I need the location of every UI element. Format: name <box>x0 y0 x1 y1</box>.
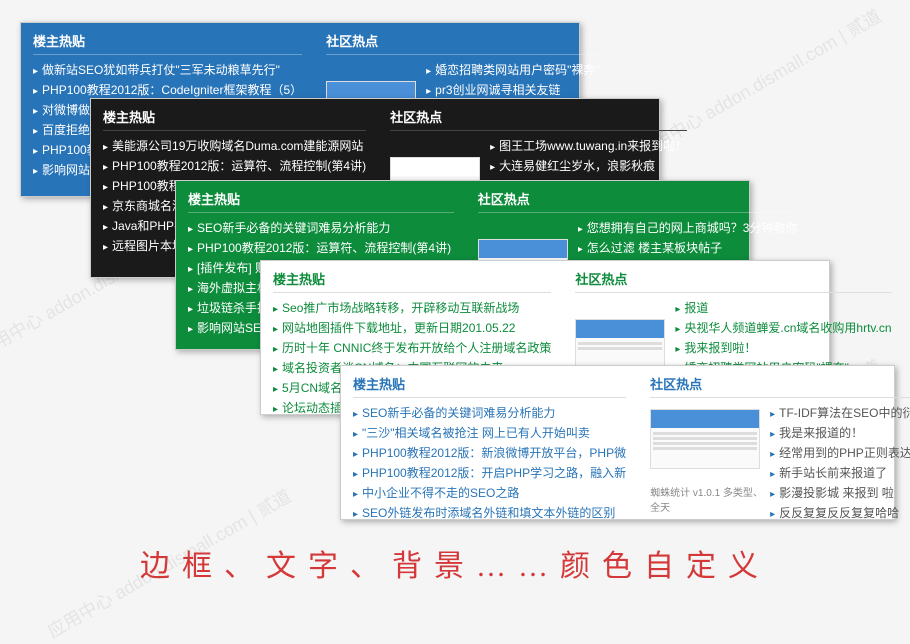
right-title: 社区热点 <box>326 31 600 55</box>
list-item[interactable]: SEO新手必备的关键词难易分析能力 <box>188 219 454 239</box>
right-title: 社区热点 <box>575 269 891 293</box>
list-item[interactable]: 我是来报道的！ <box>770 424 910 444</box>
card-white-blue: 楼主热贴 SEO新手必备的关键词难易分析能力 "三沙"相关域名被抢注 网上已有人… <box>340 365 895 520</box>
left-title: 楼主热贴 <box>103 107 366 131</box>
list-item[interactable]: PHP100教程2012版：运算符、流程控制(第4讲) <box>188 239 454 259</box>
right-title: 社区热点 <box>390 107 687 131</box>
list-item[interactable]: 影漫投影城 来报到 啦 <box>770 484 910 504</box>
right-title: 社区热点 <box>650 374 910 398</box>
list-item[interactable]: 中小企业不得不走的SEO之路 <box>353 484 626 504</box>
list-item[interactable]: 反反复复反反复复哈哈 <box>770 504 910 524</box>
list-item[interactable]: 婚恋招聘类网站用户密码"裸奔" <box>426 61 600 81</box>
list-item[interactable]: 经常用到的PHP正则表达式 <box>770 444 910 464</box>
thumb-icon <box>650 409 760 469</box>
footer-caption: 边框、文字、背景……颜色自定义 <box>0 541 910 585</box>
list-item[interactable]: 您想拥有自己的网上商城吗？3分钟教你 <box>578 219 798 239</box>
left-title: 楼主热贴 <box>33 31 302 55</box>
list-item[interactable]: 历时十年 CNNIC终于发布开放给个人注册域名政策 <box>273 339 551 359</box>
list-item[interactable]: 央视华人频道蝉爱.cn域名收购用hrtv.cn <box>675 319 891 339</box>
list-item[interactable]: 大连易健红尘岁水，浪影秋痕 <box>490 157 687 177</box>
left-title: 楼主热贴 <box>273 269 551 293</box>
list-item[interactable]: SEO外链发布时添域名外链和填文本外链的区别 <box>353 504 626 524</box>
left-title: 楼主热贴 <box>353 374 626 398</box>
list-item[interactable]: TF-IDF算法在SEO中的衍生应用 <box>770 404 910 424</box>
list-item[interactable]: 美能源公司19万收购域名Duma.com建能源网站 <box>103 137 366 157</box>
list-item[interactable]: PHP100教程2012版：运算符、流程控制(第4讲) <box>103 157 366 177</box>
list-item[interactable]: SEO新手必备的关键词难易分析能力 <box>353 404 626 424</box>
list-item[interactable]: 新手站长前来报道了 <box>770 464 910 484</box>
list-item[interactable]: 图王工场www.tuwang.in来报到啦！ <box>490 137 687 157</box>
list-item[interactable]: 怎么过滤 楼主某板块帖子 <box>578 239 798 259</box>
list-item[interactable]: 网站地图插件下载地址，更新日期201.05.22 <box>273 319 551 339</box>
list-item[interactable]: "三沙"相关域名被抢注 网上已有人开始叫卖 <box>353 424 626 444</box>
list-item[interactable]: 我来报到啦！ <box>675 339 891 359</box>
list-item[interactable]: 做新站SEO犹如带兵打仗"三军未动粮草先行" <box>33 61 302 81</box>
left-title: 楼主热贴 <box>188 189 454 213</box>
list-item[interactable]: Seo推广市场战略转移，开辟移动互联新战场 <box>273 299 551 319</box>
right-title: 社区热点 <box>478 189 798 213</box>
footer-note: 蜘蛛统计 v1.0.1 多类型、全天 <box>650 484 770 514</box>
list-item[interactable]: PHP100教程2012版：新浪微博开放平台，PHP微 <box>353 444 626 464</box>
list-item[interactable]: PHP100教程2012版：开启PHP学习之路，融入新 <box>353 464 626 484</box>
list-item[interactable]: 报道 <box>675 299 891 319</box>
